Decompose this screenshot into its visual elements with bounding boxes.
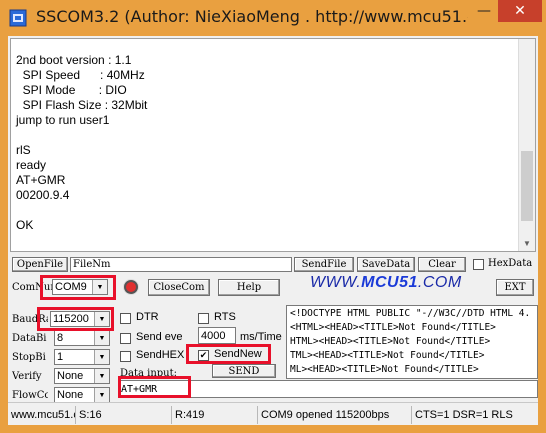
com-port-select[interactable]: COM9 ▼ <box>52 279 108 295</box>
send-new-checkbox[interactable]: ✔ <box>198 350 209 361</box>
preview-line: ML><HEAD><TITLE>Not Found</TITLE> <box>290 364 479 375</box>
status-port-info: COM9 opened 115200bps <box>258 406 412 424</box>
log-line: jump to run user1 <box>16 113 110 127</box>
hex-data-label: HexData <box>488 258 533 269</box>
window-title: SSCOM3.2 (Author: NieXiaoMeng . http://w… <box>36 7 468 26</box>
preview-line: <HTML><HEAD><TITLE>Not Found</TITLE> <box>290 322 496 333</box>
send-new-label: SendNew <box>214 348 262 360</box>
send-button[interactable]: SEND <box>212 364 276 378</box>
brand-logo-text: WWW.MCU51.COM <box>310 274 462 292</box>
log-scrollbar[interactable]: ▼ <box>518 39 535 251</box>
baud-rate-select[interactable]: 115200 ▼ <box>50 311 110 327</box>
flow-control-label: FlowCo <box>12 390 48 401</box>
rts-label: RTS <box>214 311 236 323</box>
send-interval-input[interactable]: 4000 <box>198 327 236 344</box>
chevron-down-icon[interactable]: ▼ <box>94 312 109 326</box>
hex-data-checkbox[interactable] <box>473 259 484 270</box>
stop-bits-label: StopBi <box>12 352 46 363</box>
log-line: OK <box>16 218 34 232</box>
data-input-label: Data input: <box>120 368 178 379</box>
app-window: SSCOM3.2 (Author: NieXiaoMeng . http://w… <box>0 0 546 433</box>
send-every-label: Send eve <box>136 331 183 343</box>
preview-line: HTML><HEAD><TITLE>Not Found</TITLE> <box>290 336 491 347</box>
verify-select[interactable]: None ▼ <box>54 368 110 384</box>
receive-log-text: 2nd boot version : 1.1 SPI Speed : 40MHz… <box>16 53 147 233</box>
minimize-button[interactable]: — <box>472 0 496 22</box>
clear-button[interactable]: Clear <box>418 257 466 272</box>
log-line: rlS <box>16 143 31 157</box>
send-preview-panel[interactable]: <!DOCTYPE HTML PUBLIC "-//W3C//DTD HTML … <box>286 305 538 379</box>
log-scrollbar-thumb[interactable] <box>521 151 533 221</box>
chevron-down-icon[interactable]: ▼ <box>94 388 109 402</box>
status-line-signals: CTS=1 DSR=1 RLS <box>415 409 513 421</box>
chevron-down-icon[interactable]: ▼ <box>94 331 109 345</box>
stop-bits-select[interactable]: 1 ▼ <box>54 349 110 365</box>
baud-rate-value: 115200 <box>53 313 89 325</box>
brand-accent: MCU51 <box>361 274 418 291</box>
scroll-down-arrow-icon[interactable]: ▼ <box>523 239 531 248</box>
open-file-button[interactable]: OpenFile <box>12 257 68 272</box>
save-data-button[interactable]: SaveData <box>357 257 415 272</box>
baud-rate-label: BaudRa <box>12 314 48 325</box>
send-hex-label: SendHEX <box>136 349 185 361</box>
file-name-input[interactable]: FileNm <box>70 257 292 272</box>
title-bar[interactable]: SSCOM3.2 (Author: NieXiaoMeng . http://w… <box>0 0 546 36</box>
com-num-label: ComNum <box>12 282 52 293</box>
port-status-led-icon <box>124 280 138 294</box>
log-line: 2nd boot version : 1.1 <box>16 53 132 67</box>
app-icon <box>9 9 27 27</box>
send-preview-text: <!DOCTYPE HTML PUBLIC "-//W3C//DTD HTML … <box>290 307 530 377</box>
log-line: SPI Speed : 40MHz <box>16 68 145 82</box>
data-bits-value: 8 <box>57 332 64 344</box>
send-hex-checkbox[interactable] <box>120 351 131 362</box>
status-bar: www.mcu51.cor S:16 R:419 COM9 opened 115… <box>8 402 538 425</box>
data-bits-label: DataBi <box>12 333 47 344</box>
client-area: 2nd boot version : 1.1 SPI Speed : 40MHz… <box>8 36 538 425</box>
chevron-down-icon[interactable]: ▼ <box>94 350 109 364</box>
dtr-label: DTR <box>136 311 159 323</box>
data-bits-select[interactable]: 8 ▼ <box>54 330 110 346</box>
interval-unit-label: ms/Time <box>240 331 282 343</box>
status-received-count: R:419 <box>172 406 258 424</box>
status-site: www.mcu51.cor <box>8 406 76 424</box>
close-com-button[interactable]: CloseCom <box>148 279 210 296</box>
log-line: SPI Mode : DIO <box>16 83 127 97</box>
flow-control-select[interactable]: None ▼ <box>54 387 110 403</box>
verify-label: Verify <box>12 371 42 382</box>
help-button[interactable]: Help <box>218 279 280 296</box>
com-port-value: COM9 <box>55 281 87 293</box>
receive-log[interactable]: 2nd boot version : 1.1 SPI Speed : 40MHz… <box>10 38 536 252</box>
brand-suffix: .COM <box>417 274 462 291</box>
log-line: AT+GMR <box>16 173 66 187</box>
log-line: SPI Flash Size : 32Mbit <box>16 98 148 112</box>
verify-value: None <box>57 370 84 382</box>
ext-button[interactable]: EXT <box>496 279 534 296</box>
preview-line: TML><HEAD><TITLE>Not Found</TITLE> <box>290 350 485 361</box>
rts-checkbox[interactable] <box>198 313 209 324</box>
send-file-button[interactable]: SendFile <box>294 257 354 272</box>
stop-bits-value: 1 <box>57 351 64 363</box>
chevron-down-icon[interactable]: ▼ <box>92 280 107 294</box>
brand-prefix: WWW. <box>310 274 362 291</box>
log-line: 00200.9.4 <box>16 188 70 202</box>
log-line: ready <box>16 158 47 172</box>
close-window-button[interactable]: ✕ <box>498 0 542 22</box>
flow-control-value: None <box>57 389 84 401</box>
dtr-checkbox[interactable] <box>120 313 131 324</box>
data-input-field[interactable]: AT+GMR <box>118 380 538 398</box>
preview-line: <!DOCTYPE HTML PUBLIC "-//W3C//DTD HTML … <box>290 308 531 319</box>
chevron-down-icon[interactable]: ▼ <box>94 369 109 383</box>
status-sent-count: S:16 <box>76 406 172 424</box>
send-every-checkbox[interactable] <box>120 333 131 344</box>
